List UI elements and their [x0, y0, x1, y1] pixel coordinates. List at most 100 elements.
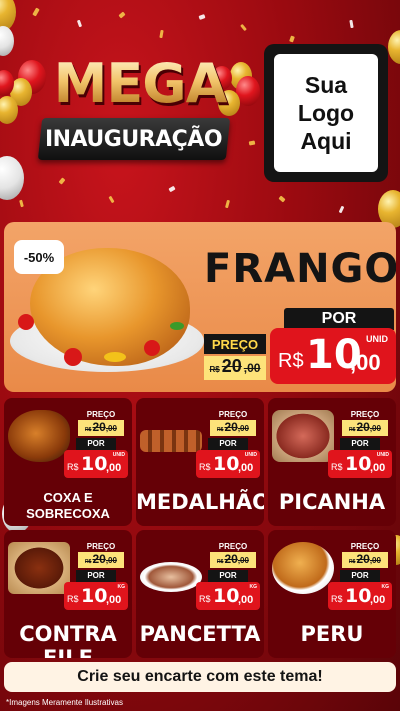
old-price-decimal: ,00 — [237, 556, 249, 565]
new-price-currency: R$ — [199, 462, 211, 472]
old-price-integer: 20 — [356, 420, 370, 434]
confetti-decoration — [159, 29, 164, 39]
pork-roast-icon — [140, 562, 202, 592]
new-price-unit: KG — [381, 584, 390, 590]
herb-garnish — [170, 322, 184, 330]
old-price-currency: R$ — [349, 559, 356, 565]
confetti-decoration — [225, 199, 230, 209]
new-price-unit: KG — [117, 584, 126, 590]
new-price: R$ 10 ,00 UNID — [64, 450, 128, 478]
balloon-decoration — [0, 26, 14, 56]
promo-label: POR — [284, 308, 394, 330]
product-name: CONTRA FILE — [19, 622, 117, 658]
product-name: PANCETTA — [139, 622, 261, 646]
old-price-currency: R$ — [85, 559, 92, 565]
headline-inauguracao: INAUGURAÇÃO — [45, 126, 223, 152]
tomato-garnish — [18, 314, 34, 330]
price-label: PREÇO — [86, 410, 116, 419]
product-name: PICANHA — [278, 490, 386, 514]
new-price-integer: 10 — [213, 585, 240, 607]
promo-label: POR — [340, 438, 380, 450]
old-price-integer: 20 — [224, 420, 238, 434]
price-label: PREÇO — [218, 410, 248, 419]
new-price-integer: 10 — [81, 453, 108, 475]
cta-banner[interactable]: Crie seu encarte com este tema! — [4, 662, 396, 692]
featured-product-name: FRANGO — [204, 246, 396, 292]
new-price-currency: R$ — [331, 462, 343, 472]
headline-mega: MEGA — [40, 56, 240, 112]
old-price-integer: 20 — [356, 552, 370, 566]
confetti-decoration — [198, 14, 206, 20]
new-price-unit: UNID — [366, 334, 388, 344]
featured-product-card: -50% FRANGO PREÇO R$ 20 ,00 POR R$ 10 ,0… — [4, 222, 396, 392]
new-price: R$ 10 ,00 UNID — [270, 328, 396, 384]
confetti-decoration — [289, 35, 295, 43]
product-card: PREÇO R$ 20 ,00 POR R$ 10 ,00 UNID COXA … — [4, 398, 132, 526]
balloon-decoration — [0, 156, 24, 200]
new-price-integer: 10 — [81, 585, 108, 607]
new-price-decimal: ,00 — [238, 594, 254, 606]
promo-label: POR — [208, 438, 248, 450]
product-card: PREÇO R$ 20 ,00 POR R$ 10 ,00 UNID MEDAL… — [136, 398, 264, 526]
promo-label: POR — [76, 438, 116, 450]
new-price-unit: UNID — [244, 452, 257, 458]
confetti-decoration — [108, 195, 115, 204]
old-price: R$ 20 ,00 — [204, 356, 266, 380]
old-price-integer: 20 — [221, 356, 242, 376]
confetti-decoration — [278, 195, 286, 203]
price-label: PREÇO — [218, 542, 248, 551]
confetti-decoration — [248, 140, 256, 146]
old-price-decimal: ,00 — [237, 424, 249, 433]
steak-board-icon — [272, 410, 334, 462]
new-price-unit: UNID — [112, 452, 125, 458]
new-price-integer: 10 — [345, 585, 372, 607]
price-label: PREÇO — [204, 334, 266, 354]
new-price-unit: KG — [249, 584, 258, 590]
confetti-decoration — [338, 205, 345, 214]
new-price-currency: R$ — [278, 350, 304, 372]
disclaimer: *Imagens Meramente Ilustrativas — [6, 698, 123, 707]
promo-label: POR — [208, 570, 248, 582]
product-name: COXA E SOBRECOXA — [26, 490, 110, 521]
new-price: R$ 10 ,00 UNID — [196, 450, 260, 478]
new-price-decimal: ,00 — [350, 350, 381, 375]
confetti-decoration — [168, 185, 176, 193]
confetti-decoration — [58, 177, 66, 185]
old-price-decimal: ,00 — [105, 556, 117, 565]
old-price-decimal: ,00 — [369, 424, 381, 433]
old-price-integer: 20 — [92, 552, 106, 566]
old-price: R$ 20 ,00 — [78, 552, 124, 568]
old-price-integer: 20 — [92, 420, 106, 434]
product-card: PREÇO R$ 20 ,00 POR R$ 10 ,00 KG CONTRA … — [4, 530, 132, 658]
skewers-icon — [140, 430, 202, 452]
new-price: R$ 10 ,00 KG — [328, 582, 392, 610]
new-price-currency: R$ — [67, 462, 79, 472]
confetti-decoration — [32, 7, 40, 17]
logo-line-1: Sua Logo — [297, 72, 355, 126]
product-card: PREÇO R$ 20 ,00 POR R$ 10 ,00 KG PERU — [268, 530, 396, 658]
old-price-integer: 20 — [224, 552, 238, 566]
new-price-currency: R$ — [67, 594, 79, 604]
new-price: R$ 10 ,00 UNID — [328, 450, 392, 478]
balloon-decoration — [388, 30, 400, 64]
confetti-decoration — [118, 11, 126, 19]
logo-line-2: Aqui — [300, 128, 352, 154]
new-price-currency: R$ — [199, 594, 211, 604]
new-price-integer: 10 — [345, 453, 372, 475]
new-price-unit: UNID — [376, 452, 389, 458]
headline-inauguracao-banner: INAUGURAÇÃO — [37, 118, 231, 160]
old-price-currency: R$ — [217, 559, 224, 565]
old-price-decimal: ,00 — [243, 361, 261, 375]
product-card: PREÇO R$ 20 ,00 POR R$ 10 ,00 UNID PICAN… — [268, 398, 396, 526]
new-price-decimal: ,00 — [370, 462, 386, 474]
old-price: R$ 20 ,00 — [210, 420, 256, 436]
beef-board-icon — [8, 542, 70, 594]
old-price: R$ 20 ,00 — [210, 552, 256, 568]
tomato-garnish — [64, 348, 82, 366]
old-price: R$ 20 ,00 — [342, 420, 388, 436]
discount-badge: -50% — [14, 240, 64, 274]
price-label: PREÇO — [350, 410, 380, 419]
balloon-decoration — [0, 96, 18, 124]
new-price-decimal: ,00 — [238, 462, 254, 474]
old-price: R$ 20 ,00 — [78, 420, 124, 436]
